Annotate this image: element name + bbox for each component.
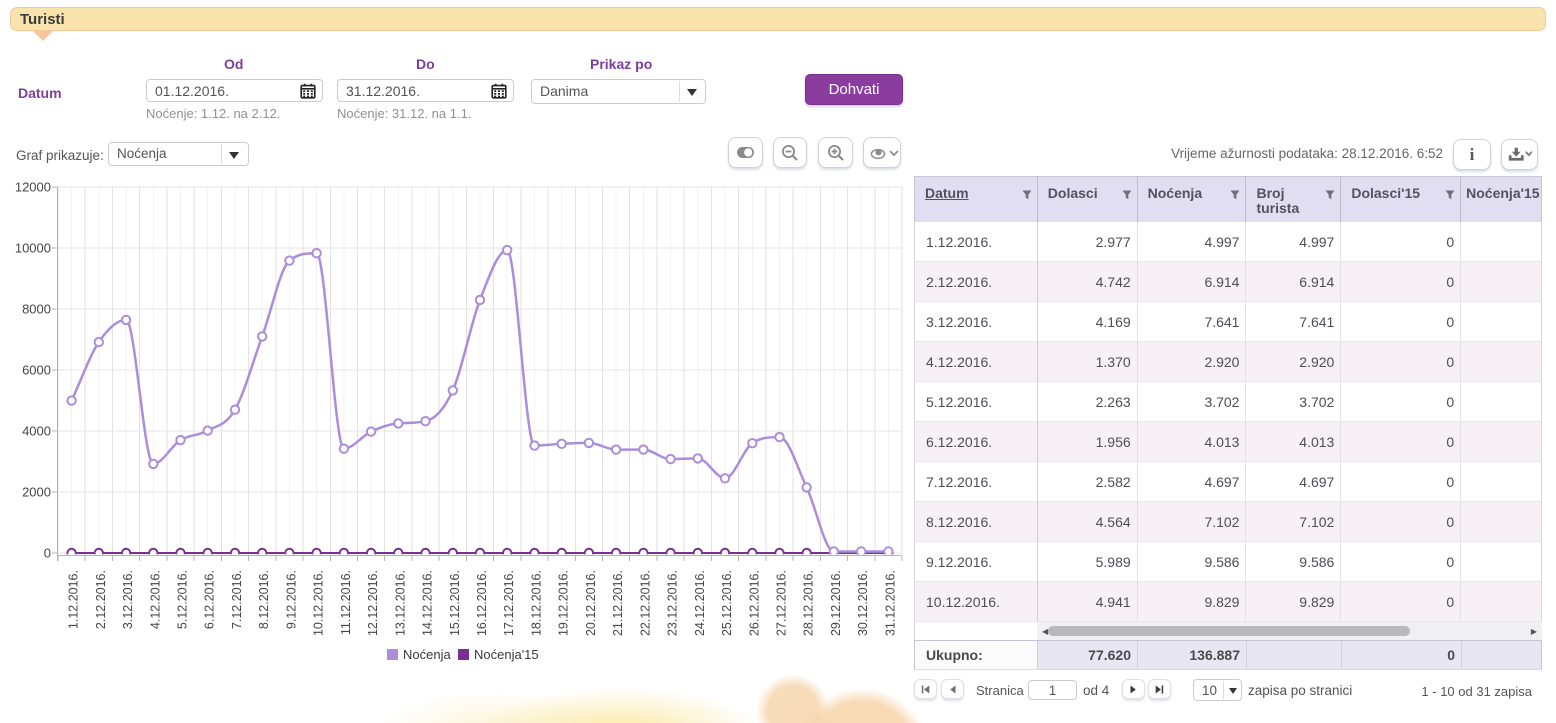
svg-text:30.12.2016.: 30.12.2016. (856, 570, 870, 636)
svg-text:14.12.2016.: 14.12.2016. (421, 570, 435, 636)
svg-text:10000: 10000 (15, 241, 51, 256)
svg-text:25.12.2016.: 25.12.2016. (720, 570, 734, 636)
svg-text:29.12.2016.: 29.12.2016. (829, 570, 843, 636)
svg-text:4000: 4000 (22, 424, 51, 439)
svg-text:26.12.2016.: 26.12.2016. (747, 570, 761, 636)
svg-text:Noćenja'15: Noćenja'15 (474, 647, 539, 662)
svg-text:6000: 6000 (22, 363, 51, 378)
svg-text:15.12.2016.: 15.12.2016. (448, 570, 462, 636)
svg-text:21.12.2016.: 21.12.2016. (611, 570, 625, 636)
svg-text:10.12.2016.: 10.12.2016. (312, 570, 326, 636)
svg-text:28.12.2016.: 28.12.2016. (802, 570, 816, 636)
svg-text:7.12.2016.: 7.12.2016. (230, 570, 244, 629)
svg-text:2.12.2016.: 2.12.2016. (94, 570, 108, 629)
svg-text:8.12.2016.: 8.12.2016. (257, 570, 271, 629)
svg-text:1.12.2016.: 1.12.2016. (67, 570, 81, 629)
svg-text:24.12.2016.: 24.12.2016. (693, 570, 707, 636)
svg-text:12000: 12000 (15, 180, 51, 195)
svg-text:6.12.2016.: 6.12.2016. (203, 570, 217, 629)
svg-text:31.12.2016.: 31.12.2016. (883, 570, 897, 636)
svg-text:22.12.2016.: 22.12.2016. (638, 570, 652, 636)
svg-text:16.12.2016.: 16.12.2016. (475, 570, 489, 636)
svg-text:9.12.2016.: 9.12.2016. (284, 570, 298, 629)
svg-text:11.12.2016.: 11.12.2016. (339, 570, 353, 635)
svg-text:0: 0 (44, 546, 51, 561)
svg-text:2000: 2000 (22, 485, 51, 500)
svg-text:5.12.2016.: 5.12.2016. (176, 570, 190, 629)
svg-text:23.12.2016.: 23.12.2016. (666, 570, 680, 636)
svg-text:Noćenja: Noćenja (403, 647, 451, 662)
svg-text:20.12.2016.: 20.12.2016. (584, 570, 598, 636)
svg-text:8000: 8000 (22, 302, 51, 317)
svg-text:18.12.2016.: 18.12.2016. (530, 570, 544, 636)
svg-text:13.12.2016.: 13.12.2016. (393, 570, 407, 636)
svg-text:3.12.2016.: 3.12.2016. (121, 570, 135, 629)
svg-text:17.12.2016.: 17.12.2016. (502, 570, 516, 636)
svg-text:4.12.2016.: 4.12.2016. (148, 570, 162, 629)
svg-text:19.12.2016.: 19.12.2016. (557, 570, 571, 636)
svg-text:12.12.2016.: 12.12.2016. (366, 570, 380, 636)
svg-text:27.12.2016.: 27.12.2016. (775, 570, 789, 636)
